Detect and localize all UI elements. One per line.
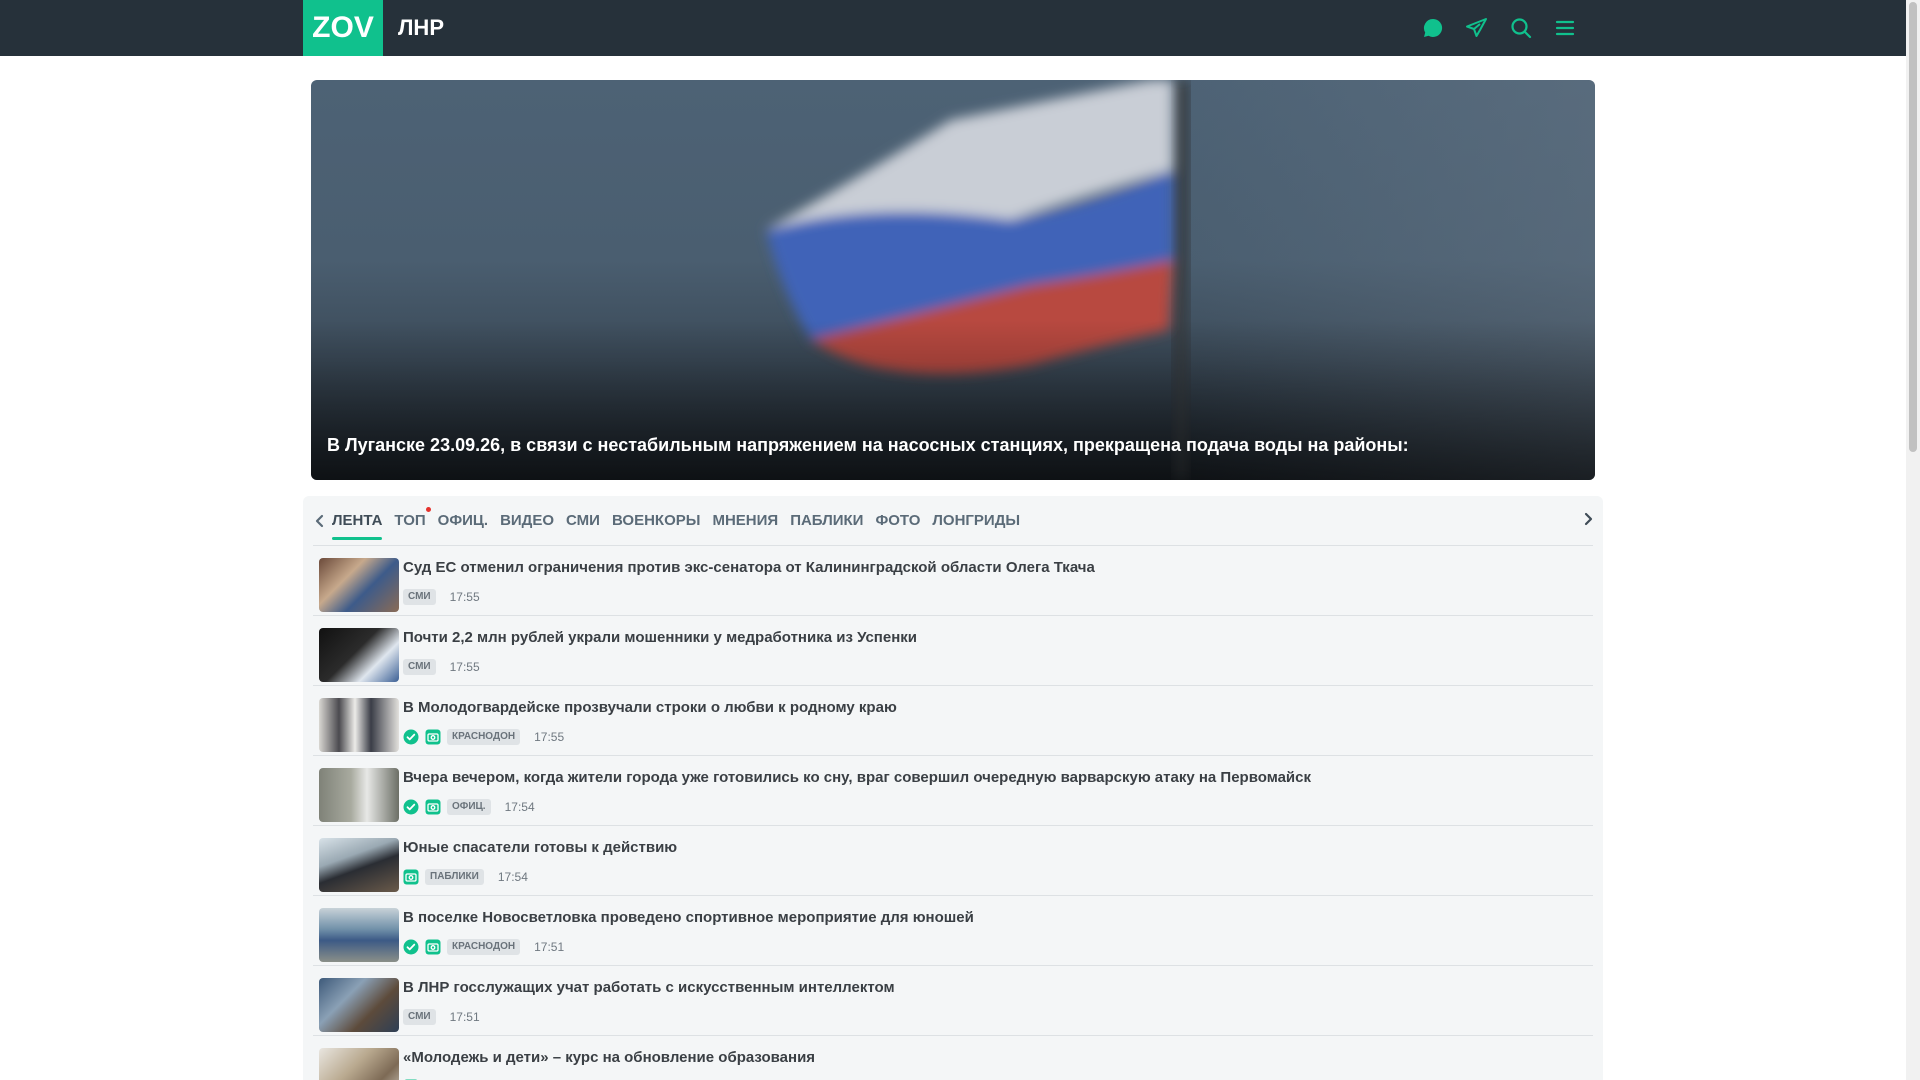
news-meta: КРАСНОДОН 17:51 <box>403 938 564 956</box>
header-actions <box>1420 0 1578 56</box>
news-thumbnail <box>319 628 399 682</box>
hero-title[interactable]: В Луганске 23.09.26, в связи с нестабиль… <box>327 435 1409 456</box>
chat-icon[interactable] <box>1420 15 1446 41</box>
list-item[interactable]: Суд ЕС отменил ограничения против экс-се… <box>313 546 1593 616</box>
photo-icon <box>403 869 419 885</box>
photo-icon <box>425 939 441 955</box>
source-badge[interactable]: СМИ <box>403 589 436 605</box>
tab-video[interactable]: ВИДЕО <box>500 510 554 532</box>
menu-icon[interactable] <box>1552 15 1578 41</box>
news-meta: СМИ 17:55 <box>403 658 480 676</box>
list-item[interactable]: Вчера вечером, когда жители города уже г… <box>313 756 1593 826</box>
notification-dot <box>425 507 431 512</box>
tab-foto[interactable]: ФОТО <box>875 510 920 532</box>
list-item[interactable]: Юные спасатели готовы к действию ПАБЛИКИ… <box>313 826 1593 896</box>
news-thumbnail <box>319 698 399 752</box>
list-item[interactable]: В поселке Новосветловка проведено спорти… <box>313 896 1593 966</box>
source-badge[interactable]: СМИ <box>403 1009 436 1025</box>
search-icon[interactable] <box>1508 15 1534 41</box>
photo-icon <box>425 729 441 745</box>
news-thumbnail <box>319 908 399 962</box>
news-time: 17:54 <box>504 800 535 814</box>
list-item[interactable]: В ЛНР госслужащих учат работать с искусс… <box>313 966 1593 1036</box>
hero-banner[interactable]: В Луганске 23.09.26, в связи с нестабиль… <box>311 80 1595 480</box>
news-feed: ЛЕНТА ТОП ОФИЦ. ВИДЕО СМИ ВОЕНКОРЫ МНЕНИ… <box>303 496 1603 1080</box>
news-meta: ОФИЦ. 17:54 <box>403 798 535 816</box>
tab-list: ЛЕНТА ТОП ОФИЦ. ВИДЕО СМИ ВОЕНКОРЫ МНЕНИ… <box>332 496 1020 546</box>
news-title[interactable]: В Молодогвардейске прозвучали строки о л… <box>403 699 897 716</box>
tab-longridy[interactable]: ЛОНГРИДЫ <box>932 510 1020 532</box>
site-logo[interactable]: ZOV <box>303 0 383 56</box>
list-item[interactable]: В Молодогвардейске прозвучали строки о л… <box>313 686 1593 756</box>
news-thumbnail <box>319 768 399 822</box>
page-scrollbar[interactable] <box>1906 0 1920 1080</box>
news-time: 17:54 <box>497 870 528 884</box>
news-time: 17:55 <box>534 730 565 744</box>
news-thumbnail <box>319 978 399 1032</box>
chevron-left-icon[interactable] <box>313 512 327 530</box>
news-time: 17:51 <box>534 940 565 954</box>
source-badge[interactable]: СМИ <box>403 659 436 675</box>
news-title[interactable]: Вчера вечером, когда жители города уже г… <box>403 769 1311 786</box>
tab-mneniya[interactable]: МНЕНИЯ <box>712 510 778 532</box>
verified-icon <box>403 939 419 955</box>
tab-top[interactable]: ТОП <box>394 507 431 532</box>
source-badge[interactable]: КРАСНОДОН <box>447 729 521 745</box>
tab-voenkory[interactable]: ВОЕНКОРЫ <box>612 510 700 532</box>
tab-ofic[interactable]: ОФИЦ. <box>438 510 488 532</box>
telegram-icon[interactable] <box>1464 15 1490 41</box>
news-title[interactable]: В ЛНР госслужащих учат работать с искусс… <box>403 979 895 996</box>
source-badge[interactable]: ОФИЦ. <box>447 799 491 815</box>
news-title[interactable]: «Молодежь и дети» – курс на обновление о… <box>403 1049 815 1066</box>
source-badge[interactable]: ПАБЛИКИ <box>425 869 484 885</box>
news-title[interactable]: В поселке Новосветловка проведено спорти… <box>403 909 974 926</box>
verified-icon <box>403 799 419 815</box>
news-title[interactable]: Суд ЕС отменил ограничения против экс-се… <box>403 559 1095 576</box>
top-bar: ZOV ЛНР <box>0 0 1906 56</box>
news-thumbnail <box>319 838 399 892</box>
chevron-right-icon[interactable] <box>1581 510 1595 528</box>
feed-tabs: ЛЕНТА ТОП ОФИЦ. ВИДЕО СМИ ВОЕНКОРЫ МНЕНИ… <box>313 496 1593 546</box>
news-meta: ПАБЛИКИ 17:54 <box>403 868 528 886</box>
tab-lenta[interactable]: ЛЕНТА <box>332 510 383 540</box>
news-meta: СМИ 17:51 <box>403 1008 480 1026</box>
verified-icon <box>403 729 419 745</box>
region-title[interactable]: ЛНР <box>398 0 444 56</box>
hero-shade <box>311 320 1595 480</box>
list-item[interactable]: Почти 2,2 млн рублей украли мошенники у … <box>313 616 1593 686</box>
scrollbar-thumb[interactable] <box>1909 2 1917 452</box>
news-time: 17:55 <box>449 590 480 604</box>
tab-pabliki[interactable]: ПАБЛИКИ <box>790 510 863 532</box>
news-time: 17:51 <box>449 1010 480 1024</box>
news-title[interactable]: Юные спасатели готовы к действию <box>403 839 677 856</box>
news-title[interactable]: Почти 2,2 млн рублей украли мошенники у … <box>403 629 917 646</box>
news-time: 17:55 <box>449 660 480 674</box>
list-item[interactable]: «Молодежь и дети» – курс на обновление о… <box>313 1036 1593 1080</box>
news-meta: КРАСНОДОН 17:55 <box>403 728 564 746</box>
photo-icon <box>425 799 441 815</box>
source-badge[interactable]: КРАСНОДОН <box>447 939 521 955</box>
feed-list: Суд ЕС отменил ограничения против экс-се… <box>313 546 1593 1080</box>
news-thumbnail <box>319 558 399 612</box>
tab-smi[interactable]: СМИ <box>566 510 600 532</box>
news-meta: СМИ 17:55 <box>403 588 480 606</box>
news-thumbnail <box>319 1048 399 1080</box>
